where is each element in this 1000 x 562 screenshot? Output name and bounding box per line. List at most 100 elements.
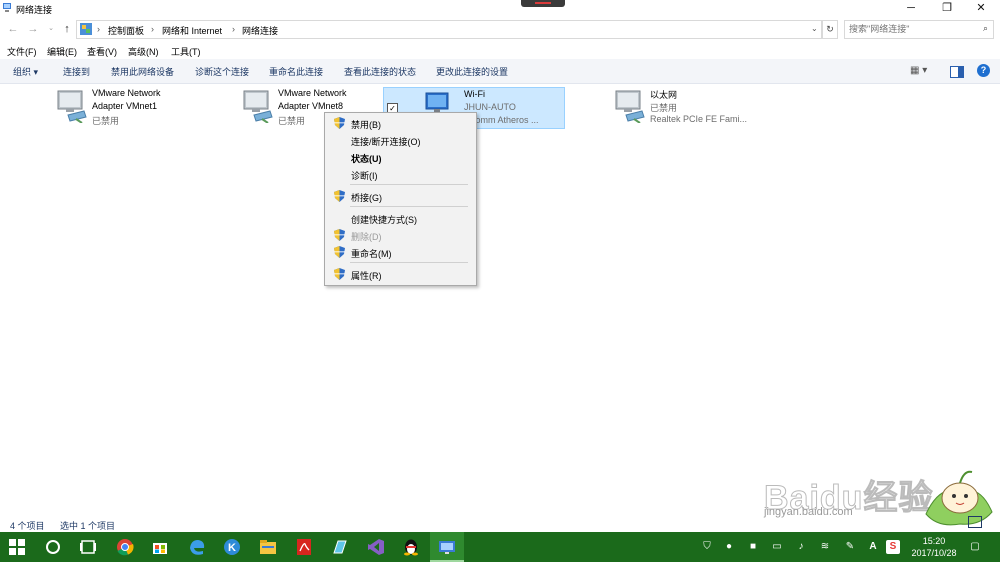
menu-item-connect-disconnect[interactable]: 连接/断开连接(O) bbox=[326, 132, 475, 148]
taskbar: K ⛉ ● ■ ▭ ♪ ≋ ✎ A S 15:20 2017/10/28 ▢ bbox=[0, 532, 1000, 562]
search-box[interactable]: ⌕ bbox=[844, 20, 994, 39]
store-icon[interactable] bbox=[143, 532, 177, 562]
ime-indicator[interactable]: A bbox=[866, 540, 880, 554]
app-icon[interactable] bbox=[323, 532, 357, 562]
network-adapter-icon bbox=[243, 90, 273, 123]
notifications-icon[interactable]: ▢ bbox=[968, 540, 982, 554]
k-app-icon[interactable]: K bbox=[215, 532, 249, 562]
task-view-icon[interactable] bbox=[71, 532, 105, 562]
acrobat-icon[interactable] bbox=[287, 532, 321, 562]
breadcrumb-item-control-panel[interactable]: 控制面板 bbox=[108, 24, 144, 37]
battery-icon[interactable]: ▭ bbox=[770, 540, 784, 554]
qq-tray-icon[interactable]: ● bbox=[722, 540, 736, 554]
context-menu: 禁用(B) 连接/断开连接(O) 状态(U) 诊断(I) 桥接(G) 创建快捷方… bbox=[324, 112, 477, 286]
network-adapter-icon bbox=[57, 90, 87, 123]
qq-icon[interactable] bbox=[394, 532, 428, 562]
connection-name: VMware Network bbox=[92, 88, 161, 98]
address-dropdown-icon[interactable]: ⌄ bbox=[811, 24, 818, 33]
forward-arrow-icon[interactable]: → bbox=[26, 22, 40, 36]
connection-adapter: Realtek PCIe FE Fami... bbox=[650, 114, 748, 124]
wifi-icon[interactable]: ≋ bbox=[818, 540, 832, 554]
diagnose-button[interactable]: 诊断这个连接 bbox=[195, 65, 249, 78]
refresh-icon[interactable]: ↻ bbox=[822, 20, 838, 39]
close-icon[interactable]: ✕ bbox=[966, 0, 996, 17]
cortana-icon[interactable] bbox=[36, 532, 70, 562]
disable-device-button[interactable]: 禁用此网络设备 bbox=[111, 65, 174, 78]
connection-item-vmnet1[interactable]: VMware Network Adapter VMnet1 已禁用 bbox=[52, 86, 232, 128]
breadcrumb-separator-icon: › bbox=[97, 24, 100, 34]
connection-name-line2: Adapter VMnet1 bbox=[92, 101, 158, 111]
recent-dropdown-icon[interactable]: ⌄ bbox=[44, 22, 58, 36]
change-settings-button[interactable]: 更改此连接的设置 bbox=[436, 65, 508, 78]
preview-pane-icon[interactable] bbox=[950, 66, 964, 78]
search-icon[interactable]: ⌕ bbox=[983, 23, 988, 34]
menu-item-label: 重命名(M) bbox=[351, 249, 392, 259]
edge-icon[interactable] bbox=[180, 532, 214, 562]
menu-tools[interactable]: 工具(T) bbox=[171, 45, 201, 58]
menu-item-bridge[interactable]: 桥接(G) bbox=[326, 188, 475, 204]
store-bag-icon bbox=[153, 543, 167, 554]
menu-item-delete: 删除(D) bbox=[326, 227, 475, 243]
sogou-ime-icon[interactable]: S bbox=[886, 540, 900, 554]
menu-item-label: 禁用(B) bbox=[351, 120, 381, 130]
back-arrow-icon[interactable]: ← bbox=[6, 22, 20, 36]
start-icon[interactable] bbox=[0, 532, 34, 562]
menu-item-label: 属性(R) bbox=[351, 271, 382, 281]
visual-studio-icon[interactable] bbox=[359, 532, 393, 562]
menu-item-status[interactable]: 状态(U) bbox=[326, 149, 475, 165]
menu-edit[interactable]: 编辑(E) bbox=[47, 45, 77, 58]
connection-item-ethernet[interactable]: 以太网 已禁用 Realtek PCIe FE Fami... bbox=[610, 86, 790, 128]
chrome-icon[interactable] bbox=[108, 532, 142, 562]
organize-button[interactable]: 组织 ▾ bbox=[13, 65, 38, 78]
connection-status: 已禁用 bbox=[650, 103, 678, 113]
organize-label: 组织 bbox=[13, 67, 32, 77]
change-view-icon[interactable]: ▦ ▾ bbox=[910, 65, 927, 76]
menu-item-rename[interactable]: 重命名(M) bbox=[326, 244, 475, 260]
connection-ssid: JHUN-AUTO bbox=[464, 102, 516, 112]
menu-item-properties[interactable]: 属性(R) bbox=[326, 266, 475, 282]
uac-shield-icon bbox=[334, 190, 345, 202]
menu-file[interactable]: 文件(F) bbox=[7, 45, 37, 58]
clock-time: 15:20 bbox=[922, 536, 946, 546]
window-title: 网络连接 bbox=[16, 5, 53, 15]
menu-item-diagnose[interactable]: 诊断(I) bbox=[326, 166, 475, 182]
clock-date: 2017/10/28 bbox=[911, 548, 957, 558]
menu-view[interactable]: 查看(V) bbox=[87, 45, 117, 58]
dropdown-arrow-icon: ▾ bbox=[33, 67, 39, 77]
restore-icon[interactable]: ❐ bbox=[932, 0, 962, 17]
breadcrumb-item-network-connections[interactable]: 网络连接 bbox=[242, 24, 278, 37]
uac-shield-icon bbox=[334, 229, 345, 241]
address-box[interactable]: › 控制面板 › 网络和 Internet › 网络连接 ⌄ bbox=[76, 20, 822, 39]
menu-advanced[interactable]: 高级(N) bbox=[128, 45, 159, 58]
details-view-icon[interactable] bbox=[968, 516, 982, 528]
view-status-button[interactable]: 查看此连接的状态 bbox=[344, 65, 416, 78]
menu-item-label: 删除(D) bbox=[351, 232, 382, 242]
tray-app-icon[interactable]: ■ bbox=[746, 540, 760, 554]
volume-icon[interactable]: ♪ bbox=[794, 540, 808, 554]
up-arrow-icon[interactable]: ↑ bbox=[60, 22, 74, 36]
screen-recorder-handle[interactable] bbox=[521, 0, 565, 7]
connection-name-line2: Adapter VMnet8 bbox=[278, 101, 344, 111]
help-icon[interactable]: ? bbox=[977, 64, 990, 77]
search-input[interactable] bbox=[849, 22, 969, 36]
command-bar: 组织 ▾ 连接到 禁用此网络设备 诊断这个连接 重命名此连接 查看此连接的状态 … bbox=[0, 59, 1000, 84]
title-bar: 网络连接 ─ ❐ ✕ bbox=[0, 0, 1000, 17]
menu-item-disable[interactable]: 禁用(B) bbox=[326, 115, 475, 131]
minimize-icon[interactable]: ─ bbox=[896, 0, 926, 17]
menu-item-label: 诊断(I) bbox=[351, 171, 378, 181]
file-explorer-icon[interactable] bbox=[251, 532, 285, 562]
windows-logo-icon bbox=[9, 539, 25, 555]
uac-shield-icon bbox=[334, 117, 345, 129]
network-window-icon[interactable] bbox=[430, 532, 464, 562]
connect-to-button[interactable]: 连接到 bbox=[63, 65, 90, 78]
clock[interactable]: 15:20 2017/10/28 bbox=[906, 535, 962, 559]
menu-item-create-shortcut[interactable]: 创建快捷方式(S) bbox=[326, 210, 475, 226]
uac-shield-icon bbox=[334, 268, 345, 280]
pen-icon[interactable]: ✎ bbox=[843, 540, 857, 554]
status-bar: 4 个项目 选中 1 个项目 bbox=[0, 516, 1000, 532]
breadcrumb-item-network-internet[interactable]: 网络和 Internet bbox=[162, 24, 222, 37]
defender-shield-icon[interactable]: ⛉ bbox=[700, 540, 714, 554]
menu-bar: 文件(F) 编辑(E) 查看(V) 高级(N) 工具(T) bbox=[0, 42, 1000, 58]
menu-separator bbox=[350, 184, 468, 185]
rename-button[interactable]: 重命名此连接 bbox=[269, 65, 323, 78]
